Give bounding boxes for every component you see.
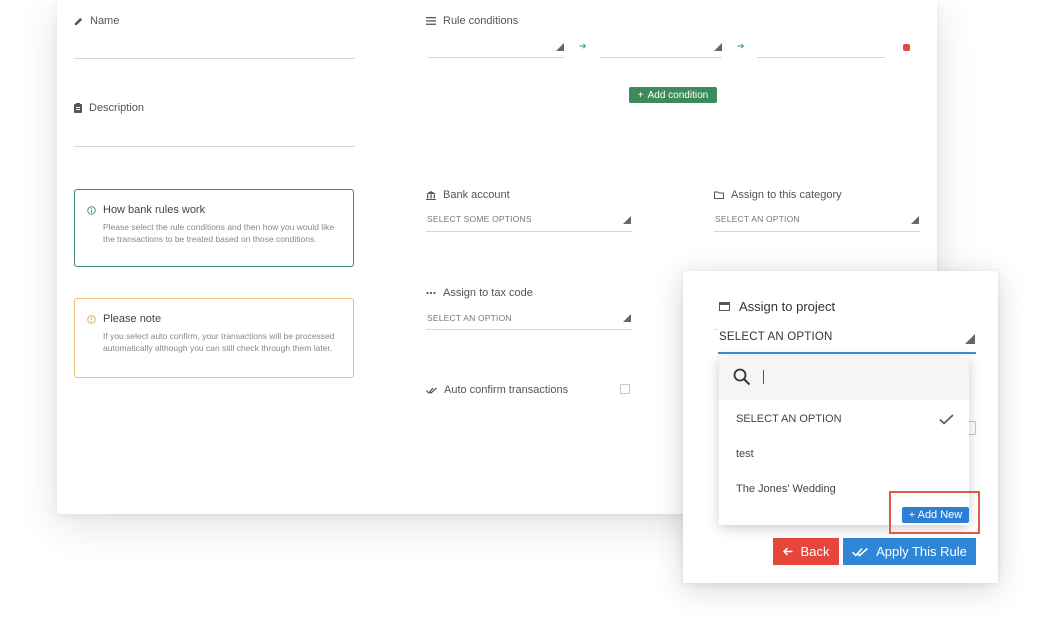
- description-input[interactable]: [74, 146, 355, 147]
- project-select[interactable]: [718, 352, 976, 354]
- dropdown-arrow-icon: [714, 43, 722, 51]
- arrow-left-icon: [782, 547, 793, 556]
- tax-code-select-value: SELECT AN OPTION: [427, 313, 512, 323]
- dropdown-arrow-icon: [965, 334, 975, 344]
- arrow-right-icon: ➔: [737, 41, 745, 51]
- double-check-icon: [426, 387, 437, 394]
- name-input[interactable]: [74, 58, 355, 59]
- category-label: Assign to this category: [714, 189, 842, 201]
- dropdown-arrow-icon: [623, 314, 631, 322]
- dropdown-option-test[interactable]: test: [736, 448, 754, 460]
- condition-field-select[interactable]: [428, 57, 564, 58]
- name-label: Name: [74, 15, 119, 27]
- info-box-text: Please select the rule conditions and th…: [103, 222, 335, 244]
- project-select-value[interactable]: SELECT AN OPTION: [719, 331, 833, 343]
- how-rules-work-box: How bank rules work Please select the ru…: [74, 189, 354, 267]
- checkmark-icon: [939, 414, 954, 425]
- dropdown-arrow-icon: [556, 43, 564, 51]
- dropdown-arrow-icon: [911, 216, 919, 224]
- rule-conditions-label: Rule conditions: [426, 15, 518, 27]
- highlight-box: [889, 491, 980, 534]
- bank-account-select[interactable]: [426, 231, 632, 232]
- search-icon: [733, 368, 751, 386]
- category-select[interactable]: [714, 231, 920, 232]
- tax-code-select[interactable]: [426, 329, 632, 330]
- assign-project-title: Assign to project: [719, 299, 835, 314]
- auto-confirm-checkbox[interactable]: [620, 384, 630, 394]
- please-note-box: Please note If you select auto confirm, …: [74, 298, 354, 378]
- info-icon: [87, 205, 96, 215]
- folder-icon: [714, 191, 724, 199]
- dropdown-search-box[interactable]: [719, 356, 969, 400]
- remove-condition-button[interactable]: [903, 44, 910, 51]
- bank-icon: [426, 190, 436, 200]
- bank-account-select-value: SELECT SOME OPTIONS: [427, 214, 532, 224]
- dropdown-option-jones-wedding[interactable]: The Jones' Wedding: [736, 483, 836, 495]
- add-condition-button[interactable]: + Add condition: [629, 87, 717, 103]
- tax-code-label: Assign to tax code: [426, 287, 533, 299]
- condition-operator-select[interactable]: [600, 57, 722, 58]
- double-check-icon: [852, 547, 869, 557]
- info-box-title: How bank rules work: [87, 204, 205, 216]
- back-button[interactable]: Back: [773, 538, 839, 565]
- dropdown-option-select-an-option[interactable]: SELECT AN OPTION: [736, 413, 842, 425]
- dropdown-arrow-icon: [623, 216, 631, 224]
- note-box-title: Please note: [87, 313, 161, 325]
- condition-value-input[interactable]: [757, 57, 885, 58]
- partial-checkbox: [968, 421, 976, 435]
- description-label: Description: [74, 102, 144, 114]
- bank-account-label: Bank account: [426, 189, 510, 201]
- pencil-icon: [74, 17, 83, 25]
- ellipsis-icon: [426, 291, 436, 295]
- hidden-select-underline: [714, 329, 718, 330]
- text-cursor: [763, 370, 764, 384]
- list-icon: [426, 17, 436, 25]
- auto-confirm-label: Auto confirm transactions: [426, 384, 568, 396]
- warning-icon: [87, 314, 96, 324]
- note-box-text: If you select auto confirm, your transac…: [103, 331, 335, 353]
- arrow-right-icon: ➔: [579, 41, 587, 51]
- window-icon: [719, 302, 730, 311]
- plus-icon: +: [637, 89, 644, 101]
- apply-rule-button[interactable]: Apply This Rule: [843, 538, 976, 565]
- category-select-value: SELECT AN OPTION: [715, 214, 800, 224]
- clipboard-icon: [74, 103, 82, 113]
